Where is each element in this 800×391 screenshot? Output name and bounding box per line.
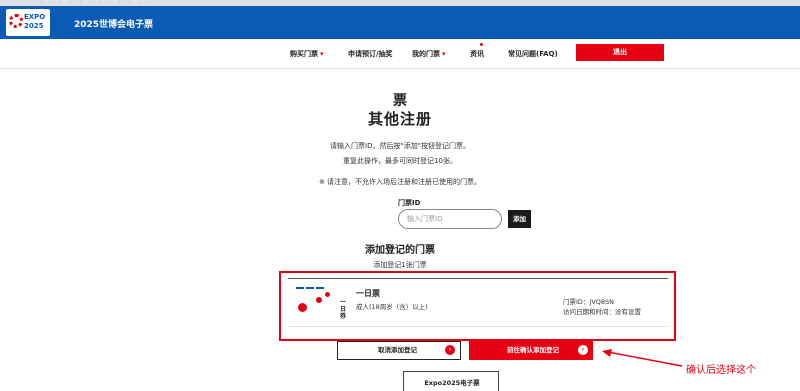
nav-reservation[interactable]: 申请预订/抽奖 (348, 49, 393, 59)
thumb-bar (296, 287, 304, 289)
chevron-down-icon: ▾ (442, 50, 446, 58)
ticket-thumbnail: 一日券 (292, 283, 350, 323)
notification-dot (480, 43, 483, 46)
thumb-dot (325, 292, 330, 297)
nav-my-tickets[interactable]: 我的门票 ▾ (412, 49, 446, 59)
nav-label: 申请预订/抽奖 (348, 50, 393, 58)
nav-label: 购买门票 (290, 50, 318, 58)
thumb-bar (316, 287, 324, 289)
ticket-name: 一日票 (356, 289, 380, 298)
card-divider (288, 278, 668, 279)
thumb-text: 一日券 (340, 299, 347, 320)
confirm-add-label: 前往确认添加登记 (507, 346, 559, 354)
thumb-dot (316, 297, 322, 303)
expo-logo-icon (9, 14, 23, 28)
confirm-add-button[interactable]: 前往确认添加登记 › (469, 341, 593, 360)
ticket-id-label: 门票ID (398, 199, 421, 207)
instruction-text-2: 重复此操作，最多可同时登记10张。 (343, 157, 457, 165)
ticket-id-value: 门票ID：JVQ8SN (563, 298, 615, 306)
footer-label-box: Expo2025电子票 (403, 371, 499, 391)
main-nav: 购买门票 ▾ 申请预订/抽奖 我的门票 ▾ 资讯 常见问题(FAQ) 退出 (0, 39, 800, 69)
instruction-text: 请输入门票ID，然后按"添加"按钮登记门票。 (330, 142, 470, 150)
added-tickets-count: 添加登记1张门票 (373, 261, 427, 269)
nav-label: 资讯 (470, 50, 484, 58)
thumb-dot (298, 303, 307, 312)
logo-text-line2: 2025 (24, 22, 44, 30)
page-title: 票 (393, 93, 407, 109)
site-title[interactable]: 2025世博会电子票 (74, 17, 153, 30)
nav-news[interactable]: 资讯 (470, 49, 484, 59)
nav-faq[interactable]: 常见问题(FAQ) (508, 49, 558, 59)
footer-label: Expo2025电子票 (424, 379, 480, 387)
annotation-arrow-icon (602, 349, 683, 367)
nav-label: 我的门票 (412, 50, 440, 58)
logo-text-line1: EXPO (24, 13, 46, 21)
arrow-right-icon: › (578, 345, 588, 355)
card-divider-bottom (288, 326, 668, 327)
ticket-category: 成人(18周岁（含）以上) (356, 303, 428, 311)
annotation-text: 确认后选择这个 (686, 365, 756, 376)
site-header: EXPO 2025 2025世博会电子票 (0, 6, 800, 39)
added-tickets-heading: 添加登记的门票 (365, 245, 435, 256)
chevron-down-icon: ▾ (320, 50, 324, 58)
page-subtitle: 其他注册 (367, 110, 432, 128)
logout-button[interactable]: 退出 (576, 44, 664, 61)
cancel-add-button[interactable]: 取消添加登记 › (337, 341, 461, 360)
notice-text: ※ 请注意，不允许入场后注册和注册已使用的门票。 (318, 178, 482, 186)
add-button[interactable]: 添加 (508, 210, 531, 228)
thumb-bar (306, 287, 314, 289)
cancel-add-label: 取消添加登记 (378, 346, 417, 354)
ticket-id-input[interactable]: 输入门票ID (398, 209, 502, 229)
arrow-right-icon: › (445, 345, 455, 355)
nav-buy-tickets[interactable]: 购买门票 ▾ (290, 49, 324, 59)
ticket-visit-time: 访问日期和时间：没有设置 (563, 308, 641, 316)
nav-label: 常见问题(FAQ) (508, 50, 558, 58)
expo-logo[interactable]: EXPO 2025 (6, 9, 50, 36)
